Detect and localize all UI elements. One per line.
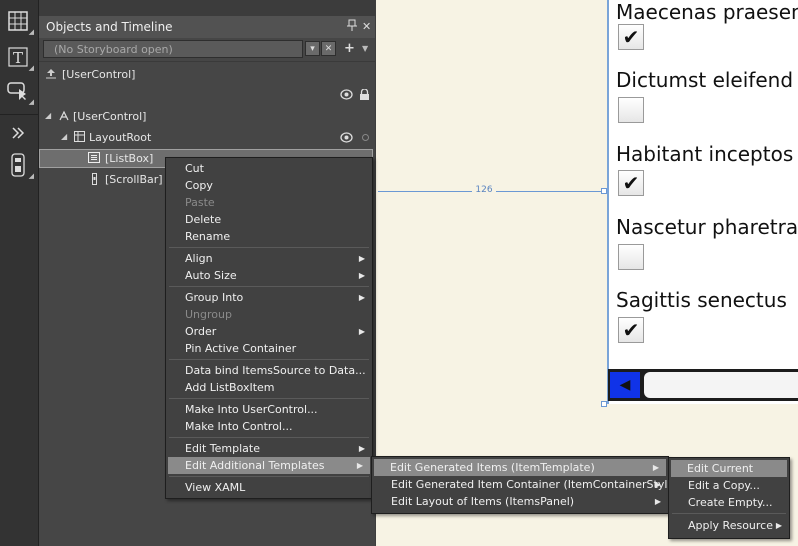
submenu-arrow-icon: ▶ bbox=[358, 254, 365, 263]
menu-item-data-bind[interactable]: Data bind ItemsSource to Data... bbox=[166, 362, 372, 379]
context-menu: Cut Copy Paste Delete Rename Align ▶ Auto… bbox=[165, 157, 373, 499]
tree-item-scrollbar[interactable]: [ScrollBar] bbox=[105, 173, 163, 186]
tools-panel: ◢ T ◢ ◢ ◢ bbox=[0, 0, 39, 546]
submenu-arrow-icon: ▶ bbox=[654, 480, 661, 489]
submenu-edit-generated-items: Edit Current Edit a Copy... Create Empty… bbox=[668, 457, 790, 539]
menu-item-paste[interactable]: Paste bbox=[166, 194, 372, 211]
listbox-artboard[interactable] bbox=[607, 0, 798, 404]
menu-separator bbox=[169, 286, 369, 287]
storyboard-dropdown[interactable]: (No Storyboard open) bbox=[43, 40, 303, 58]
eye-icon[interactable] bbox=[340, 132, 353, 146]
tree-item-usercontrol[interactable]: [UserControl] bbox=[73, 110, 146, 123]
lock-icon[interactable] bbox=[359, 88, 370, 103]
resize-handle[interactable] bbox=[601, 401, 607, 407]
select-tool-icon[interactable]: ◢ bbox=[4, 78, 34, 106]
measure-label: 126 bbox=[472, 185, 496, 197]
submenu-arrow-icon: ▶ bbox=[652, 463, 659, 472]
menu-item-align[interactable]: Align ▶ bbox=[166, 250, 372, 267]
list-item-text: Sagittis senectus bbox=[616, 288, 787, 312]
listbox-icon bbox=[88, 152, 100, 166]
pin-icon[interactable] bbox=[347, 19, 357, 34]
divider bbox=[39, 61, 375, 62]
lock-dot-icon[interactable] bbox=[362, 134, 369, 141]
submenu-additional-templates: Edit Generated Items (ItemTemplate) ▶ Edi… bbox=[371, 456, 678, 514]
submenu-arrow-icon: ▶ bbox=[358, 327, 365, 336]
menu-item-delete[interactable]: Delete bbox=[166, 211, 372, 228]
list-item-checkbox[interactable]: ✔ bbox=[618, 170, 644, 196]
menu-separator bbox=[169, 359, 369, 360]
svg-text:T: T bbox=[13, 49, 23, 67]
menu-item-order[interactable]: Order ▶ bbox=[166, 323, 372, 340]
submenu-arrow-icon: ▶ bbox=[358, 271, 365, 280]
expand-chevron-icon[interactable] bbox=[4, 120, 32, 146]
menu-item-create-empty[interactable]: Create Empty... bbox=[669, 494, 789, 511]
tree-item-listbox[interactable]: [ListBox] bbox=[105, 152, 153, 165]
list-item-checkbox[interactable]: ✔ bbox=[618, 317, 644, 343]
menu-item-make-into-usercontrol[interactable]: Make Into UserControl... bbox=[166, 401, 372, 418]
submenu-arrow-icon: ▶ bbox=[358, 293, 365, 302]
submenu-arrow-icon: ▶ bbox=[358, 444, 365, 453]
list-item-text: Dictumst eleifend bbox=[616, 68, 794, 92]
menu-item-cut[interactable]: Cut bbox=[166, 160, 372, 177]
usercontrol-icon bbox=[58, 110, 70, 125]
close-storyboard-icon[interactable]: ✕ bbox=[321, 41, 336, 56]
list-item-text: Maecenas praesent bbox=[616, 0, 798, 24]
submenu-arrow-icon: ▶ bbox=[775, 521, 782, 530]
new-storyboard-icon[interactable]: + bbox=[344, 41, 355, 56]
menu-item-add-listboxitem[interactable]: Add ListBoxItem bbox=[166, 379, 372, 396]
menu-item-edit-current[interactable]: Edit Current bbox=[671, 460, 787, 477]
menu-separator bbox=[169, 476, 369, 477]
menu-item-rename[interactable]: Rename bbox=[166, 228, 372, 245]
menu-item-auto-size[interactable]: Auto Size ▶ bbox=[166, 267, 372, 284]
menu-item-apply-resource[interactable]: Apply Resource ▶ bbox=[669, 517, 789, 534]
scroll-left-arrow-icon[interactable]: ◀ bbox=[610, 372, 640, 398]
list-item-checkbox[interactable]: ✔ bbox=[618, 24, 644, 50]
menu-item-edit-template[interactable]: Edit Template ▶ bbox=[166, 440, 372, 457]
list-item-text: Habitant inceptos bbox=[616, 142, 794, 166]
menu-item-edit-layout-of-items[interactable]: Edit Layout of Items (ItemsPanel) ▶ bbox=[372, 493, 668, 510]
menu-separator bbox=[672, 513, 786, 514]
menu-item-edit-generated-items[interactable]: Edit Generated Items (ItemTemplate) ▶ bbox=[374, 459, 666, 476]
storyboard-dropdown-chevron-icon[interactable]: ▾ bbox=[305, 41, 320, 56]
tree-item-layoutroot[interactable]: LayoutRoot bbox=[89, 131, 151, 144]
submenu-arrow-icon: ▶ bbox=[654, 497, 661, 506]
divider bbox=[0, 114, 38, 115]
storyboard-options-chevron-icon[interactable]: ▼ bbox=[362, 44, 368, 53]
grid-tool-icon[interactable]: ◢ bbox=[4, 8, 34, 36]
menu-item-edit-a-copy[interactable]: Edit a Copy... bbox=[669, 477, 789, 494]
panel-title: Objects and Timeline bbox=[46, 20, 173, 34]
list-item-checkbox[interactable] bbox=[618, 97, 644, 123]
menu-item-copy[interactable]: Copy bbox=[166, 177, 372, 194]
scrollbar-icon bbox=[92, 173, 97, 188]
close-icon[interactable]: ✕ bbox=[362, 20, 371, 33]
scope-up-icon[interactable] bbox=[45, 67, 57, 82]
eye-icon[interactable] bbox=[340, 89, 353, 103]
menu-item-edit-additional-templates[interactable]: Edit Additional Templates ▶ bbox=[168, 457, 370, 474]
menu-separator bbox=[169, 398, 369, 399]
menu-separator bbox=[169, 247, 369, 248]
menu-item-view-xaml[interactable]: View XAML bbox=[166, 479, 372, 496]
text-tool-icon[interactable]: T ◢ bbox=[4, 44, 34, 72]
scope-label[interactable]: [UserControl] bbox=[62, 68, 135, 81]
asset-tool-icon[interactable]: ◢ bbox=[4, 152, 34, 180]
grid-icon bbox=[74, 131, 85, 145]
menu-item-group-into[interactable]: Group Into ▶ bbox=[166, 289, 372, 306]
menu-separator bbox=[169, 437, 369, 438]
menu-item-ungroup[interactable]: Ungroup bbox=[166, 306, 372, 323]
menu-item-edit-generated-item-container[interactable]: Edit Generated Item Container (ItemConta… bbox=[372, 476, 678, 493]
menu-item-make-into-control[interactable]: Make Into Control... bbox=[166, 418, 372, 435]
submenu-arrow-icon: ▶ bbox=[356, 461, 363, 470]
collapse-triangle-icon[interactable]: ◢ bbox=[61, 132, 67, 141]
menu-item-pin-active-container[interactable]: Pin Active Container bbox=[166, 340, 372, 357]
list-item-checkbox[interactable] bbox=[618, 244, 644, 270]
collapse-triangle-icon[interactable]: ◢ bbox=[45, 111, 51, 120]
scrollbar-thumb[interactable] bbox=[644, 372, 798, 398]
resize-handle[interactable] bbox=[601, 188, 607, 194]
list-item-text: Nascetur pharetra bbox=[616, 215, 798, 239]
